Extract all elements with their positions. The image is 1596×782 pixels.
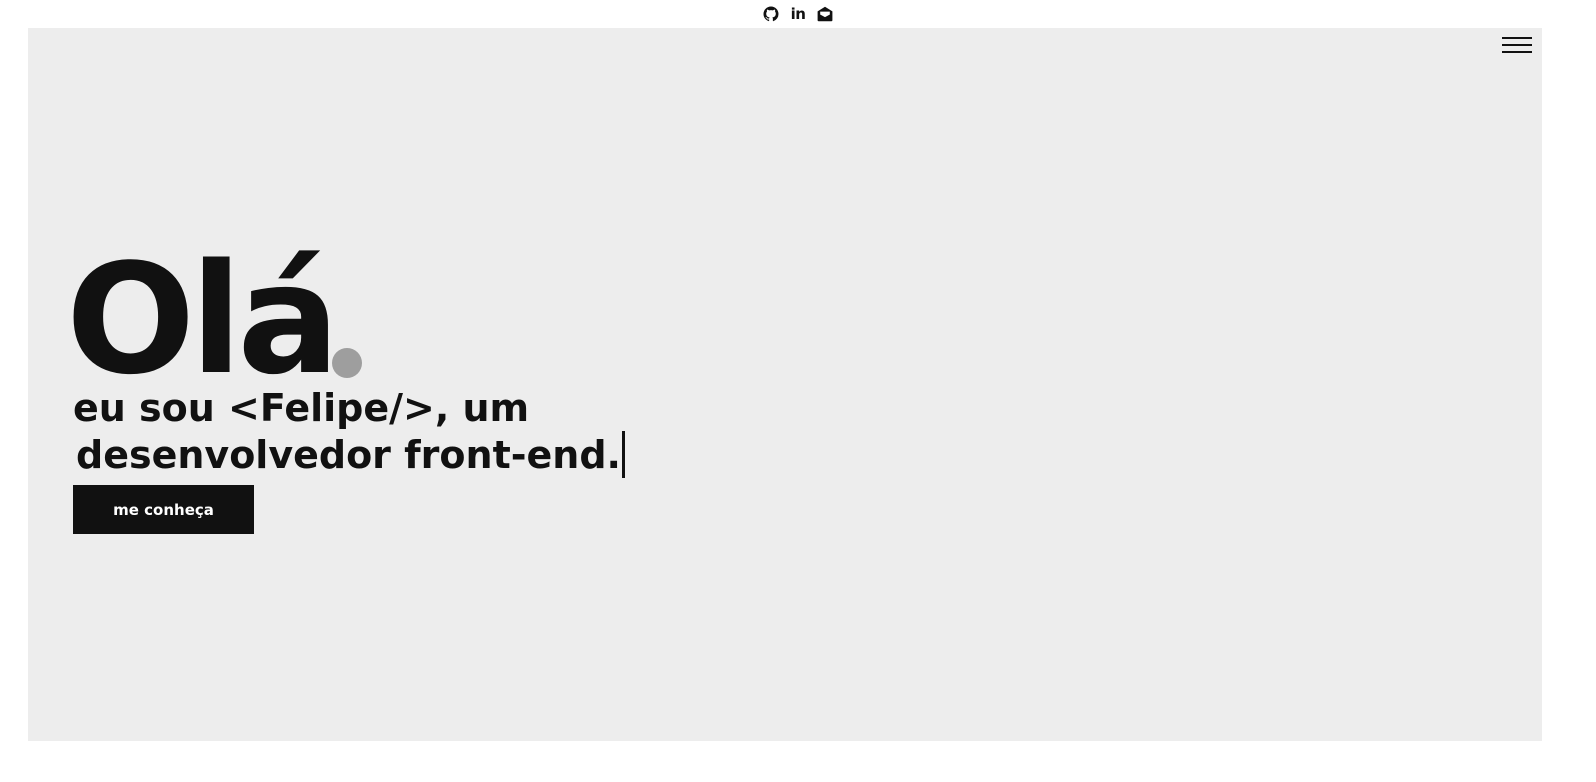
hamburger-menu-icon[interactable]	[1502, 36, 1532, 54]
intro-line-2-text: desenvolvedor front-end.	[76, 433, 621, 477]
intro-line-1: eu sou <Felipe/>, um	[73, 386, 530, 430]
linkedin-link[interactable]: in	[790, 6, 806, 22]
greeting-accent-dot	[332, 348, 362, 378]
hero-section: Olá eu sou <Felipe/>, um desenvolvedor f…	[28, 28, 1542, 741]
envelope-open-icon	[817, 6, 833, 22]
hero-greeting: Olá	[66, 231, 340, 408]
social-links-bar: in	[0, 0, 1596, 28]
typing-caret	[621, 431, 625, 478]
about-me-button[interactable]: me conheça	[73, 485, 254, 534]
menu-bar	[1502, 51, 1532, 53]
hero-intro: eu sou <Felipe/>, um desenvolvedor front…	[73, 386, 633, 478]
github-icon	[763, 6, 779, 22]
github-link[interactable]	[763, 6, 779, 22]
intro-line-2: desenvolvedor front-end.	[73, 431, 633, 478]
linkedin-icon: in	[790, 5, 806, 23]
email-link[interactable]	[817, 6, 833, 22]
menu-bar	[1502, 37, 1532, 39]
menu-bar	[1502, 44, 1532, 46]
